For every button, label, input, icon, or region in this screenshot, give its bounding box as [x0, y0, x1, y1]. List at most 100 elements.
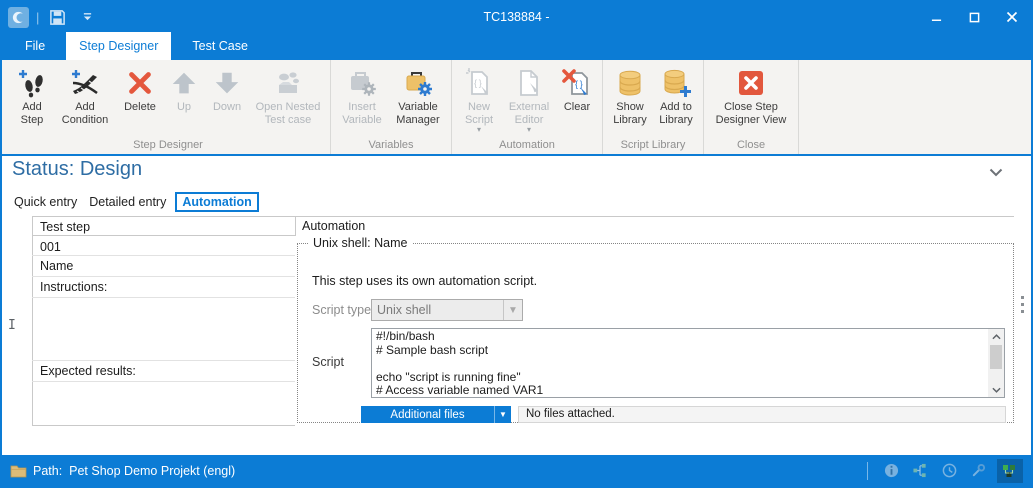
script-new-icon: { }: [463, 65, 495, 101]
app-logo-icon[interactable]: [8, 7, 29, 28]
add-to-library-button[interactable]: Add to Library: [653, 62, 699, 138]
add-to-library-label: Add to Library: [653, 101, 699, 127]
red-square-x-icon: [735, 65, 767, 101]
down-button[interactable]: Down: [204, 62, 250, 138]
automation-description: This step uses its own automation script…: [312, 274, 537, 288]
statusbar-separator: [867, 462, 868, 480]
svg-text:{ }: { }: [474, 78, 482, 88]
folder-icon: [10, 464, 27, 478]
delete-button[interactable]: Delete: [116, 62, 164, 138]
clear-label: Clear: [564, 101, 590, 114]
main-area: Status: Design Quick entry Detailed entr…: [2, 156, 1031, 455]
app-window: | TC138884 - File Step Designer Test Cas…: [0, 0, 1033, 488]
ribbon-tab-bar: File Step Designer Test Case: [2, 32, 1031, 60]
open-nested-testcase-button[interactable]: Open Nested Test case: [250, 62, 326, 138]
new-script-label: New Script: [456, 101, 502, 127]
column-header-test-step: Test step: [32, 217, 295, 236]
scroll-down-icon[interactable]: [988, 382, 1004, 397]
c-crescent-icon: [11, 10, 26, 25]
history-icon[interactable]: [939, 461, 959, 481]
new-script-button[interactable]: { } New Script ▾: [456, 62, 502, 138]
statusbar-right-icons: [867, 459, 1023, 483]
automation-group-title: Unix shell: Name: [308, 236, 412, 250]
test-step-expected-cell[interactable]: Expected results:: [32, 361, 295, 382]
add-condition-button[interactable]: Add Condition: [54, 62, 116, 138]
automation-group-box: Unix shell: Name This step uses its own …: [297, 236, 1014, 423]
show-library-label: Show Library: [607, 101, 653, 127]
tab-quick-entry[interactable]: Quick entry: [8, 193, 83, 211]
insert-variable-label: Insert Variable: [335, 101, 389, 127]
briefcase-gear-color-icon: [402, 65, 434, 101]
script-clear-icon: { }: [561, 65, 593, 101]
script-textarea[interactable]: #!/bin/bash # Sample bash script echo "s…: [372, 329, 988, 397]
collapse-chevron-icon[interactable]: [989, 164, 1003, 182]
splitter-handle[interactable]: [1021, 296, 1024, 313]
script-label: Script: [312, 355, 344, 369]
tab-detailed-entry[interactable]: Detailed entry: [83, 193, 172, 211]
variable-manager-button[interactable]: Variable Manager: [389, 62, 447, 138]
test-step-id-cell[interactable]: 001: [32, 237, 295, 256]
script-type-value: Unix shell: [372, 303, 503, 317]
additional-files-dropdown-icon: ▼: [494, 406, 511, 423]
external-editor-button[interactable]: External Editor ▾: [502, 62, 556, 138]
test-step-expected-input[interactable]: [32, 382, 295, 426]
ribbon-group-close: Close Step Designer View Close: [704, 60, 799, 154]
tab-automation[interactable]: Automation: [175, 192, 258, 212]
show-library-button[interactable]: Show Library: [607, 62, 653, 138]
new-script-dropdown-icon[interactable]: ▾: [477, 127, 481, 135]
maximize-button[interactable]: [955, 2, 993, 32]
up-label: Up: [177, 101, 191, 114]
open-nested-testcase-label: Open Nested Test case: [250, 101, 326, 127]
minimize-button[interactable]: [917, 2, 955, 32]
scroll-up-icon[interactable]: [988, 329, 1004, 344]
ribbon-group-step-designer: Add Step Add Condition Delete: [6, 60, 331, 154]
add-step-button[interactable]: Add Step: [10, 62, 54, 138]
arrow-up-icon: [169, 65, 199, 101]
group-label-variables: Variables: [335, 138, 447, 154]
save-icon[interactable]: [46, 6, 68, 28]
close-button[interactable]: [993, 2, 1031, 32]
database-plus-icon: [660, 65, 692, 101]
variable-manager-label: Variable Manager: [389, 101, 447, 127]
connection-status-icon[interactable]: [997, 459, 1023, 483]
close-step-designer-view-label: Close Step Designer View: [708, 101, 794, 127]
script-type-label: Script type: [312, 303, 371, 317]
info-icon[interactable]: [881, 461, 901, 481]
script-type-select[interactable]: Unix shell ▼: [371, 299, 523, 321]
down-label: Down: [213, 101, 241, 114]
tab-file[interactable]: File: [12, 32, 58, 60]
ribbon-group-automation: { } New Script ▾ External Editor ▾ { }: [452, 60, 603, 154]
path-label: Path:: [33, 464, 62, 478]
script-scrollbar[interactable]: [988, 329, 1004, 397]
delete-label: Delete: [124, 101, 156, 114]
ribbon-group-script-library: Show Library Add to Library Script Libra…: [603, 60, 704, 154]
group-label-script-library: Script Library: [607, 138, 699, 154]
test-step-instructions-cell[interactable]: Instructions:: [32, 277, 295, 298]
close-step-designer-view-button[interactable]: Close Step Designer View: [708, 62, 794, 138]
path-value: Pet Shop Demo Projekt (engl): [69, 464, 235, 478]
group-label-automation: Automation: [456, 138, 598, 154]
titlebar-separator: |: [36, 10, 39, 25]
ribbon: Add Step Add Condition Delete: [2, 60, 1031, 156]
hierarchy-icon[interactable]: [910, 461, 930, 481]
tab-test-case[interactable]: Test Case: [179, 32, 261, 60]
additional-files-label: Additional files: [361, 409, 494, 421]
up-button[interactable]: Up: [164, 62, 204, 138]
tab-step-designer[interactable]: Step Designer: [66, 32, 171, 60]
external-editor-dropdown-icon[interactable]: ▾: [527, 127, 531, 135]
insert-variable-button[interactable]: Insert Variable: [335, 62, 389, 138]
files-status-field: No files attached.: [518, 406, 1006, 423]
additional-files-button[interactable]: Additional files ▼: [361, 406, 511, 423]
footprints-plus-icon: [16, 65, 48, 101]
test-step-instructions-input[interactable]: [32, 298, 295, 361]
quick-access-dropdown-icon[interactable]: [76, 6, 98, 28]
clear-button[interactable]: { } Clear: [556, 62, 598, 138]
test-step-name-cell[interactable]: Name: [32, 256, 295, 277]
tools-icon[interactable]: [968, 461, 988, 481]
script-type-dropdown-icon: ▼: [503, 300, 522, 320]
column-header-automation: Automation: [302, 219, 365, 233]
scrollbar-thumb[interactable]: [990, 345, 1002, 369]
header-column-divider: [295, 216, 296, 236]
arrow-down-icon: [212, 65, 242, 101]
group-label-close: Close: [708, 138, 794, 154]
